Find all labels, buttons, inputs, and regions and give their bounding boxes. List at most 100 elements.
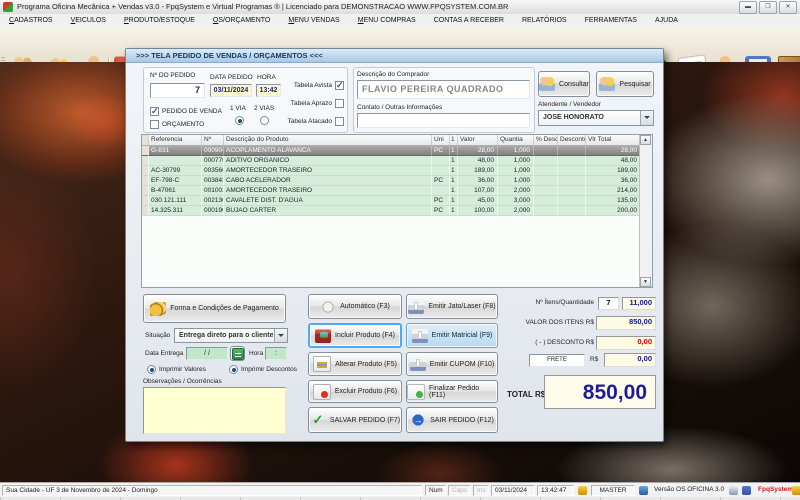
order-time-label: HORA xyxy=(257,74,276,81)
sales-order-checkbox[interactable] xyxy=(150,107,159,116)
items-qty-label: Nº Ítens/Quantidade xyxy=(500,299,594,306)
automatic-button[interactable]: Automático (F3) xyxy=(308,294,402,319)
items-value-box: 850,00 xyxy=(596,316,656,330)
status-ins: Ins xyxy=(473,485,489,496)
table-row[interactable]: 030.121.111 002130 CAVALETE DIST. D'AGUA… xyxy=(142,196,652,206)
chevron-down-icon[interactable] xyxy=(274,329,287,342)
search-button[interactable]: Pesquisar xyxy=(596,71,654,97)
one-copy-radio[interactable] xyxy=(235,116,244,125)
print-matrix-button[interactable]: Emitir Matricial (F9) xyxy=(406,323,498,348)
app-title: Programa Oficina Mecânica + Vendas v3.0 … xyxy=(17,0,508,14)
version-icon xyxy=(639,486,648,495)
order-date-field[interactable]: 03/11/2024 xyxy=(210,84,252,97)
status-caps: Caps xyxy=(448,485,471,496)
col-perc-desc: % Desc. xyxy=(534,135,558,145)
quote-checkbox[interactable] xyxy=(150,120,159,129)
quantity-box: 11,000 xyxy=(622,297,656,310)
menu-item[interactable]: VEICULOS xyxy=(62,14,115,27)
contact-field[interactable] xyxy=(357,113,530,128)
barcode-icon xyxy=(320,300,336,314)
print-coupon-button[interactable]: Emitir CUPOM (F10) xyxy=(406,352,498,376)
menu-item[interactable]: CONTAS A RECEBER xyxy=(425,14,513,27)
status-value: Entrega direto para o cliente xyxy=(179,329,273,342)
col-referencia: Referencia xyxy=(149,135,202,145)
consult-button[interactable]: Consultar xyxy=(538,71,590,97)
screen: Programa Oficina Mecânica + Vendas v3.0 … xyxy=(0,0,800,500)
notes-label: Observações / Ocorrências xyxy=(143,378,222,385)
scroll-down-icon[interactable]: ▼ xyxy=(640,277,651,287)
grid-scrollbar[interactable]: ▲ ▼ xyxy=(639,135,652,287)
print-discounts-radio[interactable] xyxy=(229,365,238,374)
restore-button[interactable]: ❐ xyxy=(759,1,777,14)
buyer-groupbox: Descrição do Comprador FLAVIO PEREIRA QU… xyxy=(353,67,535,133)
print-discounts-label: Imprimir Descontos xyxy=(241,366,297,373)
col-numero: Nº xyxy=(202,135,224,145)
term-table-checkbox[interactable] xyxy=(335,99,344,108)
delete-product-button[interactable]: Excluir Produto (F6) xyxy=(308,380,402,403)
order-time-field[interactable]: 13:42 xyxy=(256,84,281,97)
wholesale-table-checkbox[interactable] xyxy=(335,117,344,126)
delivery-date-label: Data Entrega xyxy=(145,350,183,357)
menu-item[interactable]: CADASTROS xyxy=(0,14,62,27)
contact-label: Contato / Outras Informações xyxy=(357,104,442,111)
table-row[interactable]: 000776 ADITIVO ORGANICO 1 48,00 1,000 48… xyxy=(142,156,652,166)
menu-item[interactable]: FERRAMENTAS xyxy=(576,14,646,27)
exit-order-label: SAIR PEDIDO (F12) xyxy=(430,417,494,424)
add-product-button[interactable]: Incluir Produto (F4) xyxy=(308,323,402,348)
term-table-label: Tabela Aprazo xyxy=(287,100,332,107)
delivery-date-field[interactable]: / / xyxy=(186,347,228,360)
status-location: Sua Cidade - UF 3 de Novembro de 2024 - … xyxy=(2,485,422,496)
status-combo[interactable]: Entrega direto para o cliente xyxy=(174,328,288,343)
wholesale-table-label: Tabela Atacado xyxy=(282,118,332,125)
app-logo-icon xyxy=(3,2,13,12)
menu-item[interactable]: RELATÓRIOS xyxy=(513,14,576,27)
consult-people-icon xyxy=(539,77,555,91)
automatic-button-label: Automático (F3) xyxy=(340,303,390,310)
table-row[interactable]: EF-798-C 003843 CABO ACELERADOR PC 1 36,… xyxy=(142,176,652,186)
print-values-radio[interactable] xyxy=(147,365,156,374)
status-date: 03/11/2024 xyxy=(491,485,535,496)
statusbar: Sua Cidade - UF 3 de Novembro de 2024 - … xyxy=(0,482,800,498)
exit-order-button[interactable]: → SAIR PEDIDO (F12) xyxy=(406,407,498,433)
delivery-time-field[interactable]: : xyxy=(265,347,287,360)
menu-item[interactable]: MENU COMPRAS xyxy=(349,14,425,27)
cash-table-checkbox[interactable] xyxy=(335,81,344,90)
order-number-field[interactable]: 7 xyxy=(150,83,205,98)
menu-item[interactable]: PRODUTO/ESTOQUE xyxy=(115,14,204,27)
printer-icon xyxy=(412,329,428,343)
buyer-name-field[interactable]: FLAVIO PEREIRA QUADRADO xyxy=(357,80,530,99)
print-coupon-label: Emitir CUPOM (F10) xyxy=(430,361,495,368)
dialog-title: >>> TELA PEDIDO DE VENDAS / ORÇAMENTOS <… xyxy=(126,49,663,63)
chevron-down-icon[interactable] xyxy=(640,111,653,125)
table-row[interactable]: B-47061 001002 AMORTECEDOR TRASEIRO 1 10… xyxy=(142,186,652,196)
seller-value: JOSE HONORATO xyxy=(543,111,639,125)
products-grid[interactable]: Referencia Nº Descrição do Produto Uni 1… xyxy=(141,134,653,288)
table-row[interactable]: G-831 000904 ACOPLAMENTO ALAVANCA PC 1 2… xyxy=(142,146,652,156)
minimize-button[interactable]: ▬ xyxy=(739,1,757,14)
two-copies-radio[interactable] xyxy=(260,116,269,125)
finalize-order-button[interactable]: Finalizar Pedido (F11) xyxy=(406,380,498,403)
menu-item[interactable]: MENU VENDAS xyxy=(279,14,348,27)
col-desconto: Desconto xyxy=(558,135,586,145)
table-row[interactable]: 14.325.311 000190 BUJAO CARTER PC 1 100,… xyxy=(142,206,652,216)
document-check-icon xyxy=(407,384,425,400)
table-row[interactable]: AC-30799 003566 AMORTECEDOR TRASEIRO 1 1… xyxy=(142,166,652,176)
status-brand: FpqSystem xyxy=(755,485,793,496)
menu-item[interactable]: OS/ORÇAMENTO xyxy=(204,14,279,27)
close-button[interactable]: ✕ xyxy=(779,1,797,14)
scroll-up-icon[interactable]: ▲ xyxy=(640,135,651,145)
delete-product-label: Excluir Produto (F6) xyxy=(335,388,397,395)
edit-product-button[interactable]: Alterar Produto (F5) xyxy=(308,352,402,376)
quote-checkbox-label: ORÇAMENTO xyxy=(162,121,204,128)
freight-button[interactable]: FRETE xyxy=(529,354,585,367)
col-quantia: Quantia xyxy=(498,135,534,145)
print-laser-button[interactable]: Emitir Jato/Laser (F8) xyxy=(406,294,498,319)
save-order-button[interactable]: ✓ SALVAR PEDIDO (F7) xyxy=(308,407,402,433)
payment-terms-button[interactable]: Forma e Condições de Pagamento xyxy=(143,294,286,323)
discount-label: ( - ) DESCONTO R$ xyxy=(500,339,594,346)
menu-item[interactable]: AJUDA xyxy=(646,14,687,27)
seller-combo[interactable]: JOSE HONORATO xyxy=(538,110,654,126)
notes-textarea[interactable] xyxy=(143,387,286,434)
delete-card-icon xyxy=(313,384,331,400)
calendar-button[interactable] xyxy=(230,346,245,361)
